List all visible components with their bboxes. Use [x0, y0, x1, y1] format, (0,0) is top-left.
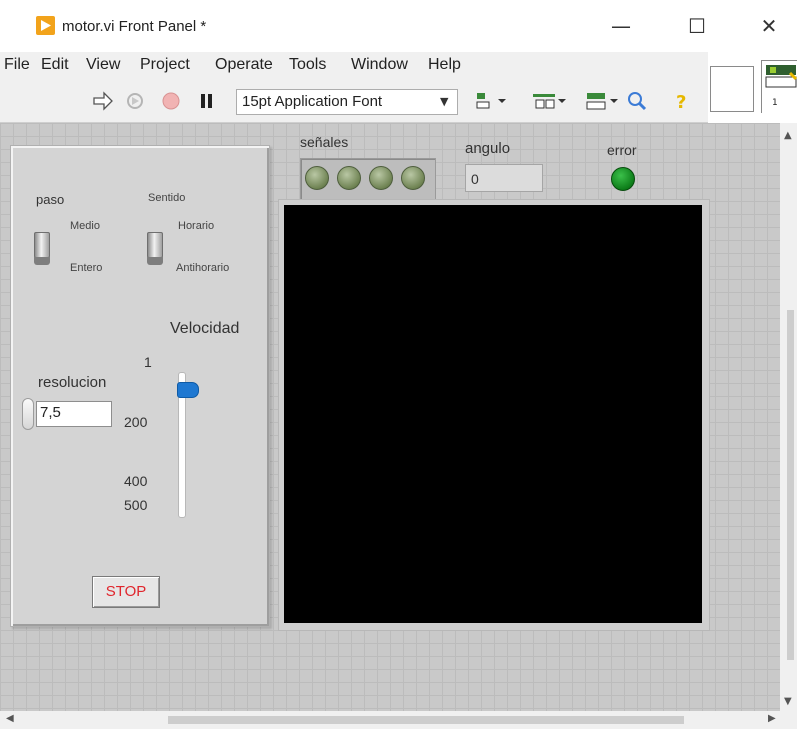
search-icon[interactable] [626, 90, 648, 112]
velocidad-slider-thumb[interactable] [177, 382, 199, 398]
svg-text:?: ? [676, 92, 686, 112]
vertical-scrollbar-thumb[interactable] [787, 310, 794, 660]
menu-help[interactable]: Help [428, 56, 461, 74]
senal-led-4 [401, 166, 425, 190]
error-label: error [607, 142, 637, 158]
senal-led-3 [369, 166, 393, 190]
velocidad-tick-400: 400 [124, 473, 148, 489]
sentido-bottom-label: Antihorario [176, 262, 230, 274]
labview-app-icon [36, 16, 55, 35]
sentido-top-label: Horario [178, 220, 215, 232]
sentido-label: Sentido [148, 192, 186, 204]
scroll-left-arrow-icon[interactable]: ◀ [6, 713, 14, 724]
run-arrow-icon[interactable] [92, 90, 114, 112]
velocidad-tick-200: 200 [124, 414, 148, 430]
run-continuously-icon[interactable] [124, 90, 146, 112]
window-title: motor.vi Front Panel * [62, 18, 207, 35]
resolucion-value: 7,5 [40, 404, 61, 421]
maximize-button[interactable]: ☐ [682, 14, 712, 38]
menu-project[interactable]: Project [140, 56, 190, 74]
velocidad-tick-500: 500 [124, 497, 148, 513]
minimize-button[interactable]: — [606, 14, 636, 38]
senal-led-2 [337, 166, 361, 190]
paso-top-label: Medio [70, 220, 100, 232]
horizontal-scrollbar-thumb[interactable] [168, 716, 684, 724]
connector-pane[interactable] [761, 60, 797, 113]
vi-icon[interactable] [710, 66, 754, 112]
connector-pane-label: 1 [772, 98, 778, 108]
abort-icon[interactable] [160, 90, 182, 112]
scroll-right-arrow-icon[interactable]: ▶ [768, 713, 776, 724]
stop-button-label: STOP [105, 583, 147, 600]
scroll-up-arrow-icon[interactable]: ▲ [784, 130, 792, 141]
pause-icon[interactable] [196, 90, 218, 112]
context-help-icon[interactable]: ? [672, 90, 694, 113]
chevron-down-icon: ▼ [440, 95, 449, 108]
paso-toggle-base [34, 257, 50, 265]
resolucion-label: resolucion [38, 374, 107, 391]
paso-label: paso [36, 192, 65, 207]
picture-display [284, 205, 702, 623]
paso-bottom-label: Entero [70, 262, 103, 274]
distribute-objects-icon[interactable] [530, 90, 568, 112]
error-led [611, 167, 635, 191]
sentido-toggle-base [147, 257, 163, 265]
menu-edit[interactable]: Edit [41, 56, 69, 74]
senales-label: señales [300, 134, 349, 150]
menu-window[interactable]: Window [351, 56, 408, 74]
scroll-down-arrow-icon[interactable]: ▼ [784, 696, 792, 707]
font-selector-label: 15pt Application Font [242, 93, 383, 110]
menu-operate[interactable]: Operate [215, 56, 273, 74]
angulo-value: 0 [471, 171, 479, 187]
paso-toggle-switch[interactable] [34, 232, 50, 258]
sentido-toggle-switch[interactable] [147, 232, 163, 258]
menu-file[interactable]: File [4, 56, 30, 74]
angulo-label: angulo [465, 140, 511, 157]
resize-objects-icon[interactable] [584, 90, 624, 112]
align-objects-icon[interactable] [474, 90, 508, 112]
resolucion-increment-decrement[interactable] [22, 398, 34, 430]
close-button[interactable]: ✕ [754, 14, 784, 38]
velocidad-tick-1: 1 [144, 354, 152, 370]
menu-tools[interactable]: Tools [289, 56, 326, 74]
senal-led-1 [305, 166, 329, 190]
menu-view[interactable]: View [86, 56, 120, 74]
velocidad-label: Velocidad [170, 320, 240, 337]
